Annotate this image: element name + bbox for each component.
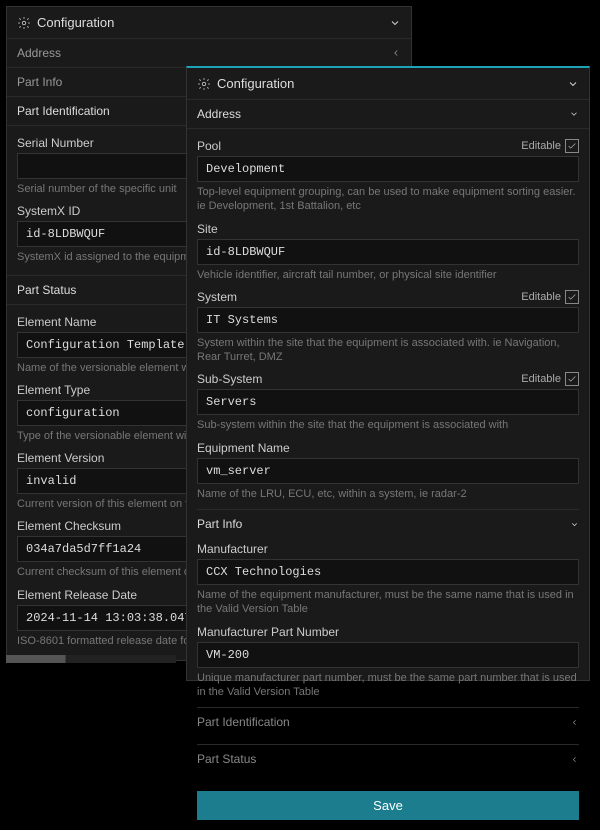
editable-label: Editable — [521, 373, 561, 385]
panel-header[interactable]: Configuration — [7, 7, 411, 39]
help-text: Vehicle identifier, aircraft tail number… — [197, 268, 579, 282]
panel-header[interactable]: Configuration — [187, 68, 589, 100]
chevron-left-icon — [570, 718, 579, 727]
label: Equipment Name — [197, 441, 290, 455]
section-part-status[interactable]: Part Status — [197, 744, 579, 773]
editable-label: Editable — [521, 291, 561, 303]
field-equipment-name: Equipment Name Name of the LRU, ECU, etc… — [197, 441, 579, 501]
label: Site — [197, 222, 218, 236]
editable-checkbox[interactable] — [565, 372, 579, 386]
section-address[interactable]: Address — [187, 100, 589, 129]
help-text: Unique manufacturer part number, must be… — [197, 671, 579, 700]
field-sub-system: Sub-System Editable Sub-system within th… — [197, 372, 579, 432]
field-system: System Editable System within the site t… — [197, 290, 579, 365]
help-text: System within the site that the equipmen… — [197, 336, 579, 365]
label: Sub-System — [197, 372, 262, 386]
system-input[interactable] — [197, 307, 579, 333]
pool-input[interactable] — [197, 156, 579, 182]
gear-icon — [197, 77, 211, 91]
field-pool: Pool Editable Top-level equipment groupi… — [197, 139, 579, 214]
chevron-down-icon — [570, 520, 579, 529]
label: Pool — [197, 139, 221, 153]
field-site: Site Vehicle identifier, aircraft tail n… — [197, 222, 579, 282]
help-text: Name of the LRU, ECU, etc, within a syst… — [197, 487, 579, 501]
chevron-down-icon — [569, 109, 579, 119]
gear-icon — [17, 16, 31, 30]
label: Manufacturer Part Number — [197, 625, 339, 639]
horizontal-scrollbar[interactable] — [6, 655, 176, 663]
label: SystemX ID — [17, 204, 80, 218]
mfr-part-input[interactable] — [197, 642, 579, 668]
label: Serial Number — [17, 136, 94, 150]
chevron-down-icon — [567, 78, 579, 90]
chevron-left-icon — [570, 755, 579, 764]
editable-checkbox[interactable] — [565, 139, 579, 153]
save-button[interactable]: Save — [197, 791, 579, 820]
sub-system-input[interactable] — [197, 389, 579, 415]
label: Element Version — [17, 451, 104, 465]
panel-title: Configuration — [217, 76, 294, 91]
section-part-identification[interactable]: Part Identification — [197, 707, 579, 736]
section-address[interactable]: Address — [7, 39, 411, 68]
manufacturer-input[interactable] — [197, 559, 579, 585]
address-body: Pool Editable Top-level equipment groupi… — [187, 129, 589, 783]
label: System — [197, 290, 237, 304]
chevron-left-icon — [391, 48, 401, 58]
panel-title: Configuration — [37, 15, 114, 30]
label: Element Name — [17, 315, 96, 329]
config-panel-front: Configuration Address Pool Editable Top-… — [186, 66, 590, 681]
label: Element Type — [17, 383, 90, 397]
help-text: Top-level equipment grouping, can be use… — [197, 185, 579, 214]
chevron-down-icon — [389, 17, 401, 29]
label: Element Checksum — [17, 519, 121, 533]
editable-label: Editable — [521, 140, 561, 152]
field-manufacturer-part-number: Manufacturer Part Number Unique manufact… — [197, 625, 579, 700]
editable-checkbox[interactable] — [565, 290, 579, 304]
field-manufacturer: Manufacturer Name of the equipment manuf… — [197, 542, 579, 617]
site-input[interactable] — [197, 239, 579, 265]
equipment-name-input[interactable] — [197, 458, 579, 484]
label: Element Release Date — [17, 588, 137, 602]
section-part-info[interactable]: Part Info — [197, 509, 579, 538]
help-text: Name of the equipment manufacturer, must… — [197, 588, 579, 617]
label: Manufacturer — [197, 542, 268, 556]
help-text: Sub-system within the site that the equi… — [197, 418, 579, 432]
